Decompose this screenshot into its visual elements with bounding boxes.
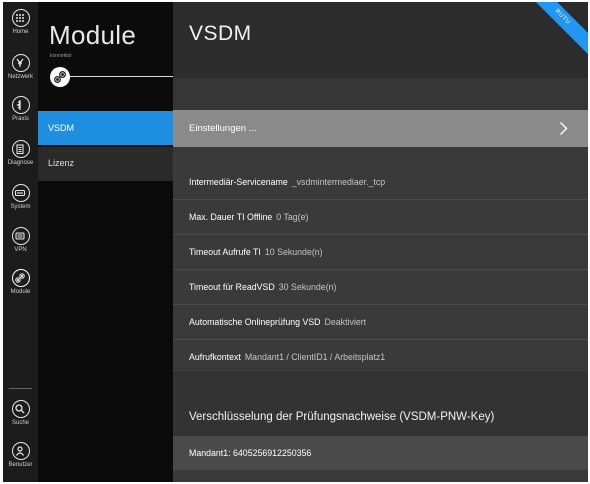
settings-link-row[interactable]: Einstellungen ... — [173, 110, 588, 147]
rail-label: Home — [12, 29, 29, 35]
rail-item-suche[interactable]: Suche — [3, 400, 38, 427]
setting-key: Max. Dauer TI Offline — [189, 212, 273, 222]
setting-key: Timeout für ReadVSD — [189, 282, 275, 292]
rail-item-netzwerk[interactable]: Netzwerk — [3, 54, 38, 81]
rail-label: Suche — [11, 420, 29, 426]
rail-label: Module — [10, 289, 31, 295]
main-content: VSDM RUTU Einstellungen ... Intermediär-… — [173, 2, 588, 482]
app-window: Home Netzwerk Praxis Diagnose System VPN… — [3, 2, 588, 482]
system-icon — [11, 184, 30, 202]
main-header: VSDM — [173, 2, 588, 78]
rail-item-home[interactable]: Home — [3, 9, 38, 36]
setting-value: 0 Tag(e) — [276, 212, 309, 222]
home-grid-icon — [11, 9, 30, 27]
setting-value: Mandant1 / ClientID1 / Arbeitsplatz1 — [244, 352, 386, 362]
setting-key: Automatische Onlineprüfung VSD — [189, 317, 321, 327]
rail-item-system[interactable]: System — [3, 184, 38, 211]
module-title: Module — [49, 20, 137, 50]
setting-row-intermediaer-servicename: Intermediär-Servicename _vsdmintermediaer… — [173, 165, 588, 200]
setting-key: Timeout Aufrufe TI — [189, 247, 261, 257]
modules-gears-icon — [11, 269, 30, 287]
module-gears-icon — [50, 67, 70, 87]
rail-divider — [9, 388, 32, 389]
module-subtitle: konnektor — [50, 53, 72, 59]
setting-row-timeout-readvsd: Timeout für ReadVSD 30 Sekunde(n) — [173, 270, 588, 305]
vpn-icon — [11, 227, 30, 245]
setting-row-max-dauer-ti-offline: Max. Dauer TI Offline 0 Tag(e) — [173, 200, 588, 235]
icon-rail: Home Netzwerk Praxis Diagnose System VPN… — [3, 2, 38, 482]
rail-item-benutzer[interactable]: Benutzer — [3, 442, 38, 469]
page-title: VSDM — [189, 22, 252, 45]
settings-list: Intermediär-Servicename _vsdmintermediaer… — [173, 165, 588, 375]
rail-item-praxis[interactable]: Praxis — [3, 96, 38, 123]
rail-label: Netzwerk — [7, 74, 33, 80]
rail-item-vpn[interactable]: VPN — [3, 227, 38, 254]
setting-row-timeout-aufrufe-ti: Timeout Aufrufe TI 10 Sekunde(n) — [173, 235, 588, 270]
setting-value: 30 Sekunde(n) — [278, 282, 337, 292]
diagnose-icon — [11, 140, 30, 158]
header-band — [173, 78, 588, 110]
nav-item-lizenz[interactable]: Lizenz — [38, 147, 173, 181]
setting-value: 10 Sekunde(n) — [264, 247, 323, 257]
section-header: Verschlüsselung der Prüfungsnachweise (V… — [173, 371, 588, 436]
rail-label: System — [10, 204, 31, 210]
module-panel: Module konnektor VSDM Lizenz — [38, 2, 173, 482]
setting-row-aufrufkontext: Aufrufkontext Mandant1 / ClientID1 / Arbe… — [173, 340, 588, 375]
setting-row-automatische-onlinepruefung: Automatische Onlineprüfung VSD Deaktivier… — [173, 305, 588, 340]
setting-key: Aufrufkontext — [189, 352, 241, 362]
search-icon — [11, 400, 30, 418]
key-entry-value: Mandant1: 6405256912250356 — [189, 448, 312, 458]
user-icon — [11, 442, 30, 460]
settings-link-label: Einstellungen ... — [189, 123, 257, 134]
nav-item-vsdm[interactable]: VSDM — [38, 111, 173, 145]
setting-key: Intermediär-Servicename — [189, 177, 288, 187]
rail-item-diagnose[interactable]: Diagnose — [3, 140, 38, 167]
key-entry-row: Mandant1: 6405256912250356 — [173, 436, 588, 470]
rail-item-module[interactable]: Module — [3, 269, 38, 296]
setting-value: Deaktiviert — [324, 317, 367, 327]
section-title: Verschlüsselung der Prüfungsnachweise (V… — [189, 411, 495, 423]
praxis-icon — [11, 96, 30, 114]
chevron-right-icon — [560, 122, 568, 135]
setting-value: _vsdmintermediaer._tcp — [291, 177, 386, 187]
rail-label: Benutzer — [8, 462, 33, 468]
rail-label: VPN — [14, 247, 27, 253]
module-divider — [58, 76, 173, 77]
network-icon — [11, 54, 30, 72]
rail-label: Diagnose — [7, 160, 34, 166]
rail-label: Praxis — [12, 116, 29, 122]
